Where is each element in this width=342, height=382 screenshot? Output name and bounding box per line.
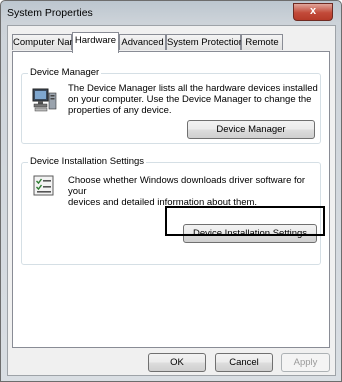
cancel-button[interactable]: Cancel: [215, 353, 273, 372]
device-installation-group-title: Device Installation Settings: [28, 156, 147, 167]
window-title: System Properties: [7, 7, 93, 19]
tab-remote[interactable]: Remote: [241, 34, 283, 50]
tab-system-protection[interactable]: System Protection: [166, 34, 245, 50]
device-manager-button[interactable]: Device Manager: [187, 120, 315, 139]
highlight-annotation: [165, 206, 325, 236]
hardware-tab-panel: Device Manager The Device Manager lists …: [12, 51, 330, 348]
description-line: properties of any device.: [68, 105, 172, 116]
device-manager-group-title: Device Manager: [28, 67, 102, 78]
computer-icon: [32, 88, 57, 112]
description-line: The Device Manager lists all the hardwar…: [68, 83, 318, 94]
tab-computer-name[interactable]: Computer Name: [12, 34, 83, 50]
title-bar[interactable]: System Properties x: [1, 1, 341, 25]
description-line: on your computer. Use the Device Manager…: [68, 94, 312, 105]
device-manager-description: The Device Manager lists all the hardwar…: [68, 83, 318, 116]
close-icon: x: [309, 5, 317, 17]
checklist-icon: [33, 175, 54, 196]
dialog-client-area: Computer Name Hardware Advanced System P…: [7, 25, 336, 376]
tab-label: Advanced: [121, 37, 164, 48]
tab-label: Remote: [245, 37, 279, 48]
close-button[interactable]: x: [293, 3, 333, 21]
tab-label: System Protection: [167, 37, 245, 48]
apply-button[interactable]: Apply: [281, 353, 330, 372]
system-properties-window: System Properties x Computer Name Hardwa…: [0, 0, 342, 382]
description-line: Choose whether Windows downloads driver …: [68, 175, 306, 197]
device-manager-group: Device Manager The Device Manager lists …: [21, 67, 321, 144]
device-installation-description: Choose whether Windows downloads driver …: [68, 175, 320, 208]
tab-advanced[interactable]: Advanced: [119, 34, 166, 50]
ok-button[interactable]: OK: [148, 353, 206, 372]
tab-hardware[interactable]: Hardware: [72, 32, 119, 53]
tab-label: Hardware: [74, 35, 117, 46]
